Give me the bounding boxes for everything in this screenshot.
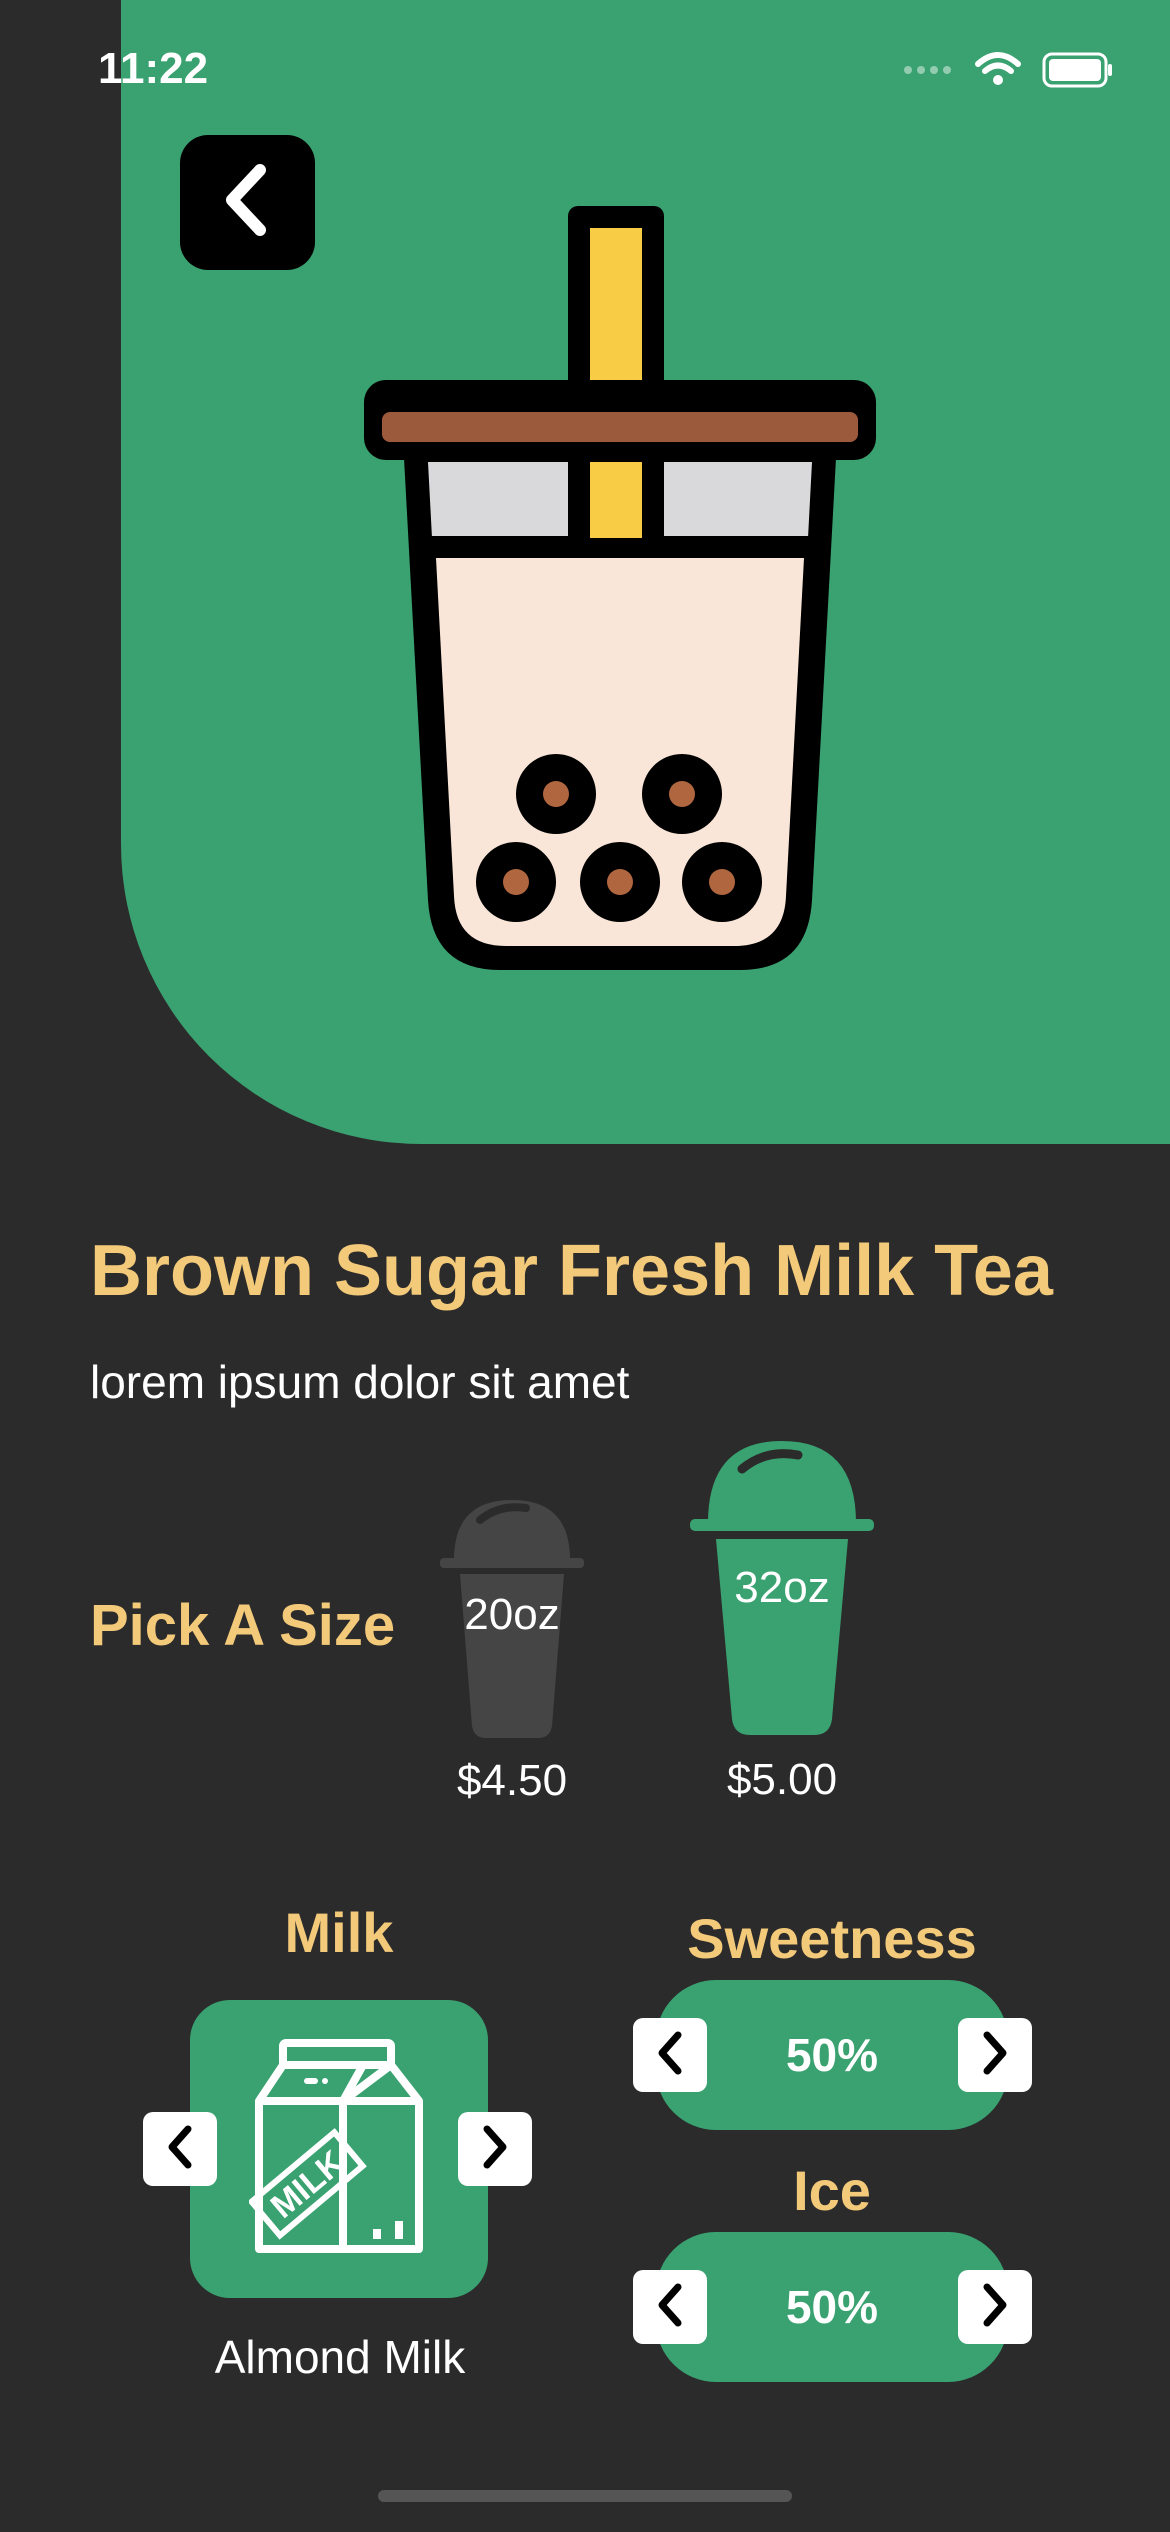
boba-tea-illustration: [360, 200, 880, 985]
milk-prev-button[interactable]: [143, 2112, 217, 2186]
product-title: Brown Sugar Fresh Milk Tea: [90, 1231, 1053, 1311]
home-indicator[interactable]: [378, 2490, 792, 2502]
size-option-20oz[interactable]: 20oz $4.50: [440, 1490, 584, 1810]
chevron-left-icon: [652, 2281, 688, 2334]
ice-value: 50%: [656, 2232, 1008, 2382]
status-icons: [902, 52, 1114, 93]
signal-icon: [902, 62, 954, 83]
wifi-icon: [974, 52, 1022, 93]
chevron-left-icon: [162, 2123, 198, 2176]
sweetness-label: Sweetness: [687, 1907, 977, 1970]
milk-value: Almond Milk: [214, 2331, 466, 2383]
milk-carton-icon: MILK: [247, 2038, 429, 2260]
back-button[interactable]: [180, 135, 315, 270]
ice-label: Ice: [793, 2159, 871, 2222]
status-time: 11:22: [98, 44, 209, 93]
size-option-32oz[interactable]: 32oz $5.00: [690, 1437, 874, 1810]
chevron-right-icon: [977, 2281, 1013, 2334]
size-option-price: $4.50: [456, 1756, 568, 1805]
milk-next-button[interactable]: [458, 2112, 532, 2186]
ice-increase-button[interactable]: [958, 2270, 1032, 2344]
sweetness-value: 50%: [656, 1980, 1008, 2130]
milk-label: Milk: [284, 1901, 394, 1964]
chevron-right-icon: [977, 2029, 1013, 2082]
chevron-left-icon: [652, 2029, 688, 2082]
sweetness-decrease-button[interactable]: [633, 2018, 707, 2092]
size-label: Pick A Size: [90, 1593, 396, 1658]
ice-decrease-button[interactable]: [633, 2270, 707, 2344]
milk-card: MILK: [190, 2000, 488, 2298]
chevron-right-icon: [477, 2123, 513, 2176]
size-option-label: 32oz: [734, 1563, 830, 1612]
size-option-price: $5.00: [726, 1755, 838, 1804]
chevron-left-icon: [218, 160, 278, 245]
battery-icon: [1042, 52, 1114, 93]
size-option-label: 20oz: [464, 1590, 560, 1639]
sweetness-increase-button[interactable]: [958, 2018, 1032, 2092]
product-description: lorem ipsum dolor sit amet: [90, 1356, 630, 1408]
